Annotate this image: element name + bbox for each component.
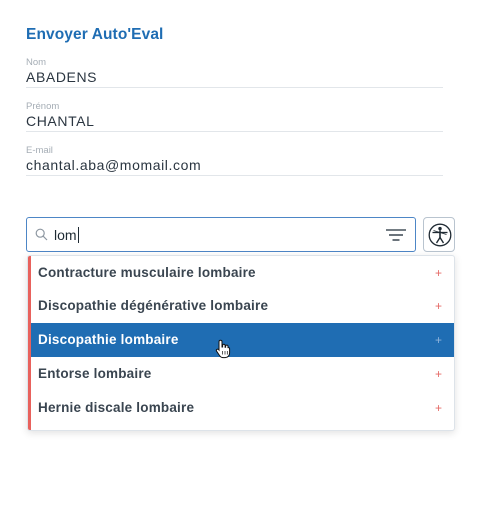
add-icon[interactable]: + [435,289,442,323]
suggestion-label: Entorse lombaire [38,366,152,381]
email-value[interactable]: chantal.aba@momail.com [26,156,443,174]
suggestion-list: Contracture musculaire lombaire + Discop… [27,255,455,431]
list-item-selected[interactable]: Discopathie lombaire + [28,323,454,357]
nom-label: Nom [26,57,47,68]
search-query[interactable]: lom [54,226,79,244]
body-figure-icon [428,223,452,247]
body-figure-button[interactable] [423,217,455,252]
list-item[interactable]: Contracture musculaire lombaire + [28,256,454,290]
add-icon[interactable]: + [435,323,442,357]
list-item[interactable]: Entorse lombaire + [28,357,454,391]
nom-value[interactable]: ABADENS [26,68,443,86]
add-icon[interactable]: + [435,256,442,290]
suggestion-label: Hernie discale lombaire [38,400,195,415]
text-caret [77,227,79,243]
prenom-field[interactable]: Prénom CHANTAL [26,101,443,132]
pathology-search-input[interactable]: lom [26,217,416,252]
add-icon[interactable]: + [435,357,442,391]
filter-icon[interactable] [385,227,407,243]
suggestion-label: Contracture musculaire lombaire [38,265,256,280]
nom-field[interactable]: Nom ABADENS [26,57,443,88]
add-icon[interactable]: + [435,391,442,425]
email-label: E-mail [26,145,53,156]
suggestion-label: Discopathie dégénérative lombaire [38,298,269,313]
prenom-label: Prénom [26,101,60,112]
list-item[interactable]: Discopathie dégénérative lombaire + [28,289,454,323]
form-title: Envoyer Auto'Eval [26,26,164,43]
search-icon [35,228,48,241]
list-item[interactable]: Hernie discale lombaire + [28,391,454,425]
email-field[interactable]: E-mail chantal.aba@momail.com [26,145,443,176]
suggestion-label: Discopathie lombaire [38,332,179,347]
prenom-value[interactable]: CHANTAL [26,112,443,130]
